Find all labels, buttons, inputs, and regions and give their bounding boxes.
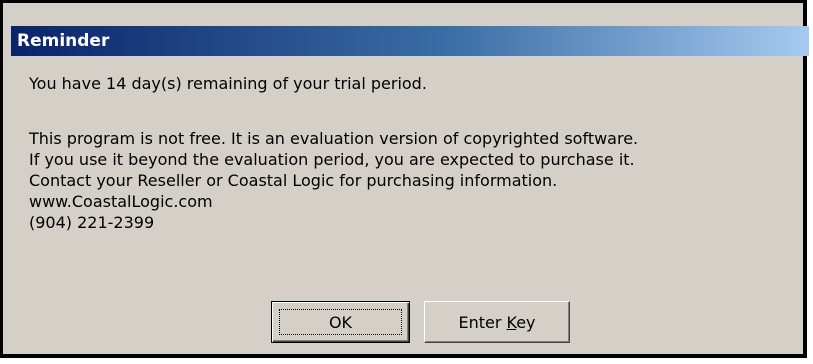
title-bar[interactable]: Reminder: [11, 26, 809, 56]
enter-key-button[interactable]: Enter Key: [424, 301, 570, 343]
enter-key-accelerator: K: [506, 312, 517, 332]
enter-key-label-prefix: Enter: [458, 312, 507, 332]
focus-rectangle: [279, 309, 402, 335]
reminder-dialog: Reminder You have 14 day(s) remaining of…: [0, 0, 809, 358]
enter-key-label-suffix: ey: [516, 312, 536, 332]
trial-remaining-text: You have 14 day(s) remaining of your tri…: [29, 74, 427, 93]
ok-button[interactable]: OK: [271, 301, 410, 343]
contact-text: Contact your Reseller or Coastal Logic f…: [29, 171, 558, 190]
dialog-title: Reminder: [17, 31, 110, 51]
phone-text: (904) 221-2399: [29, 213, 155, 232]
purchase-notice-text: If you use it beyond the evaluation peri…: [29, 150, 635, 169]
website-text: www.CoastalLogic.com: [29, 192, 213, 211]
enter-key-button-label: Enter Key: [458, 313, 535, 332]
not-free-text: This program is not free. It is an evalu…: [29, 129, 639, 148]
